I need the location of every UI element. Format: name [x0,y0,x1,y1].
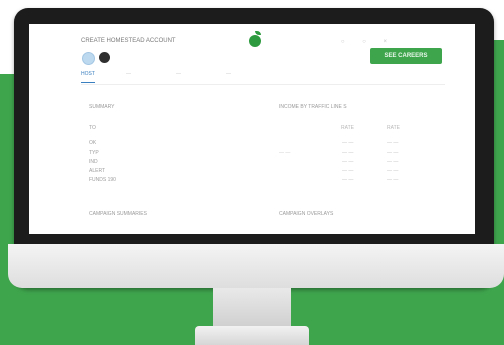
table-row[interactable]: FUNDS 190 — — — — [89,177,439,185]
row-label: IND [89,159,98,165]
table-row[interactable]: TYP — — — — — — [89,150,439,158]
avatar[interactable] [82,52,95,65]
tab[interactable]: — [126,71,131,77]
table-row[interactable]: ALERT — — — — [89,168,439,176]
active-tab-indicator [81,82,95,83]
window-control-icon[interactable]: ○ [362,39,374,45]
tab-bar: HOST — — — [81,71,381,81]
section-title: SUMMARY [89,104,115,110]
bottom-tab[interactable]: — — [225,231,234,234]
table-row[interactable]: TO [89,125,439,133]
row-value: — — [387,140,399,146]
close-icon[interactable]: × [383,39,395,45]
row-value: — — [279,150,291,156]
monitor-stand-base [195,326,309,345]
logo-icon[interactable] [249,35,261,47]
monitor-chin [8,244,504,288]
avatar[interactable] [99,52,110,63]
row-value: — — [342,168,354,174]
row-value: — — [342,140,354,146]
tab-host[interactable]: HOST [81,71,95,77]
row-label: OK [89,140,97,146]
window-control-icon[interactable]: ○ [341,39,353,45]
row-value: — — [342,150,354,156]
bottom-tab[interactable]: — — [177,231,186,234]
row-label: TO [89,125,96,131]
screen: CREATE HOMESTEAD ACCOUNT ○ ○ × SEE CAREE… [29,24,475,234]
tab[interactable]: — [176,71,181,77]
section-title: CAMPAIGN OVERLAYS [279,211,334,217]
section-title: INCOME BY TRAFFIC LINE S [279,104,347,110]
bottom-tab[interactable]: — — [134,231,143,234]
row-value: — — [387,168,399,174]
row-value: — — [387,150,399,156]
row-value: — — [387,159,399,165]
section-title: CAMPAIGN SUMMARIES [89,211,147,217]
row-label: ALERT [89,168,106,174]
window-controls[interactable]: ○ ○ × [341,39,395,45]
table-row[interactable]: IND — — — — [89,159,439,167]
row-label: TYP [89,150,99,156]
row-value: — — [387,177,399,183]
row-value: — — [342,177,354,183]
table-row[interactable]: OK — — — — [89,140,439,148]
row-value: — — [342,159,354,165]
row-label: FUNDS 190 [89,177,116,183]
app-title: CREATE HOMESTEAD ACCOUNT [81,38,176,44]
see-careers-button[interactable]: SEE CAREERS [370,48,442,64]
divider [81,84,445,85]
tab[interactable]: — [226,71,231,77]
monitor-stand [213,288,291,328]
bottom-tab[interactable]: — — — [281,231,295,234]
